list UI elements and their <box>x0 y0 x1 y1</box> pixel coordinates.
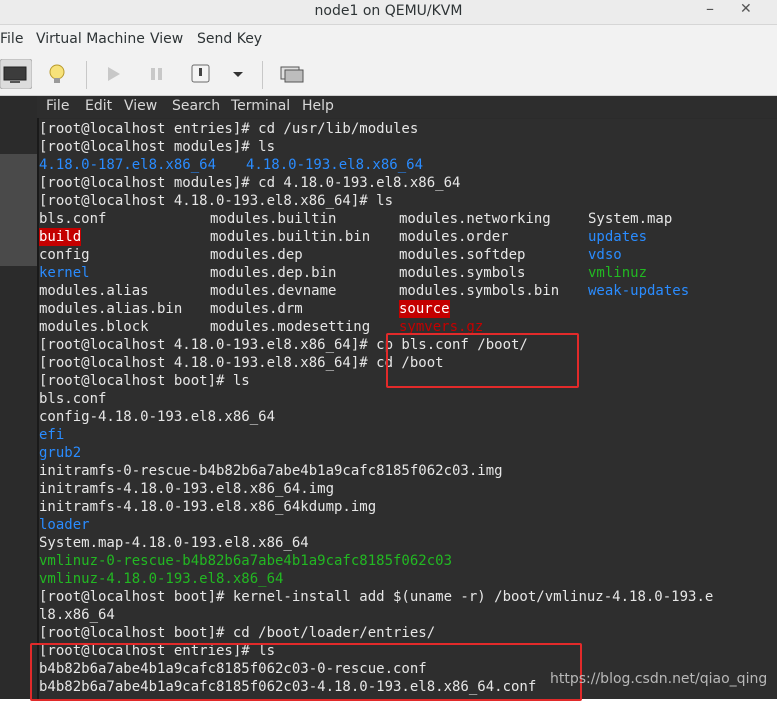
terminal-text: modules.networking <box>399 211 551 227</box>
terminal-text: vdso <box>588 247 622 263</box>
terminal-text: [root@localhost boot]# kernel-install ad… <box>39 589 714 605</box>
viewer-menubar: File Virtual Machine View Send Key <box>0 25 777 55</box>
menu-view[interactable]: View <box>150 31 183 47</box>
terminal-text: loader <box>39 517 90 533</box>
terminal-menubar: File Edit View Search Terminal Help <box>37 96 777 118</box>
console-view-icon[interactable] <box>0 59 32 89</box>
terminal-text: modules.devname <box>210 283 337 299</box>
terminal-text: modules.dep.bin <box>210 265 337 281</box>
shutdown-icon[interactable] <box>188 59 214 89</box>
terminal-menu-terminal[interactable]: Terminal <box>231 98 290 114</box>
terminal-text: [root@localhost entries]# ls <box>39 643 276 659</box>
menu-send-key[interactable]: Send Key <box>197 31 262 47</box>
terminal-text: config <box>39 247 90 263</box>
terminal-text: 4.18.0-187.el8.x86_64 <box>39 157 217 173</box>
menu-file[interactable]: File <box>0 31 23 47</box>
terminal-text: initramfs-0-rescue-b4b82b6a7abe4b1a9cafc… <box>39 463 503 479</box>
terminal-text: grub2 <box>39 445 82 461</box>
terminal-text: weak-updates <box>588 283 690 299</box>
terminal-text: modules.symbols <box>399 265 526 281</box>
window-title: node1 on QEMU/KVM <box>314 3 463 19</box>
terminal-text: l8.x86_64 <box>39 607 115 623</box>
terminal-menu-file[interactable]: File <box>46 98 69 114</box>
terminal-text: source <box>399 300 450 318</box>
toolbar-separator <box>262 61 263 89</box>
terminal-text: vmlinuz <box>588 265 648 281</box>
terminal-text: b4b82b6a7abe4b1a9cafc8185f062c03-4.18.0-… <box>39 679 537 695</box>
terminal-text: modules.alias <box>39 283 149 299</box>
terminal-text: [root@localhost boot]# ls <box>39 373 250 389</box>
terminal-text: modules.builtin.bin <box>210 229 371 245</box>
terminal-text: vmlinuz-0-rescue-b4b82b6a7abe4b1a9cafc81… <box>39 553 453 569</box>
terminal-text: vmlinuz-4.18.0-193.el8.x86_64 <box>39 571 284 587</box>
terminal-text: System.map <box>588 211 673 227</box>
run-icon[interactable] <box>102 59 126 89</box>
close-button[interactable]: ✕ <box>740 0 752 24</box>
terminal-text: initramfs-4.18.0-193.el8.x86_64.img <box>39 481 335 497</box>
viewer-toolbar <box>0 55 777 96</box>
desktop-panel <box>0 154 37 266</box>
terminal-menu-search[interactable]: Search <box>172 98 220 114</box>
watermark: https://blog.csdn.net/qiao_qing <box>550 671 768 687</box>
menu-virtual-machine[interactable]: Virtual Machine <box>36 31 145 47</box>
details-lightbulb-icon[interactable] <box>44 59 72 89</box>
terminal-text: 4.18.0-193.el8.x86_64 <box>246 157 424 173</box>
terminal-menu-help[interactable]: Help <box>302 98 334 114</box>
terminal-menu-edit[interactable]: Edit <box>85 98 112 114</box>
terminal-text: modules.drm <box>210 301 303 317</box>
terminal-text: modules.alias.bin <box>39 301 183 317</box>
terminal-menu-view[interactable]: View <box>124 98 157 114</box>
terminal-text: [root@localhost modules]# cd 4.18.0-193.… <box>39 175 461 191</box>
window-titlebar: node1 on QEMU/KVM – ✕ <box>0 0 777 25</box>
terminal-text: kernel <box>39 265 90 281</box>
terminal-text: modules.modesetting <box>210 319 371 335</box>
terminal-text: modules.softdep <box>399 247 526 263</box>
terminal-text: efi <box>39 427 65 443</box>
terminal-text: modules.block <box>39 319 149 335</box>
terminal-text: bls.conf <box>39 211 107 227</box>
terminal-text: modules.symbols.bin <box>399 283 560 299</box>
terminal-text: modules.dep <box>210 247 303 263</box>
fullscreen-icon[interactable] <box>278 59 306 89</box>
terminal-text: [root@localhost 4.18.0-193.el8.x86_64]# … <box>39 337 528 353</box>
shutdown-menu-chevron-icon[interactable] <box>228 59 248 89</box>
terminal-text: symvers.gz <box>399 319 484 335</box>
terminal-text: [root@localhost 4.18.0-193.el8.x86_64]# … <box>39 193 394 209</box>
terminal-text: build <box>39 228 82 246</box>
minimize-button[interactable]: – <box>706 0 714 24</box>
terminal-text: b4b82b6a7abe4b1a9cafc8185f062c03-0-rescu… <box>39 661 427 677</box>
terminal-text: updates <box>588 229 648 245</box>
terminal-output[interactable]: [root@localhost entries]# cd /usr/lib/mo… <box>39 119 777 699</box>
terminal-text: [root@localhost 4.18.0-193.el8.x86_64]# … <box>39 355 444 371</box>
terminal-text: [root@localhost boot]# cd /boot/loader/e… <box>39 625 436 641</box>
terminal-text: modules.order <box>399 229 509 245</box>
terminal-text: modules.builtin <box>210 211 337 227</box>
terminal-text: [root@localhost modules]# ls <box>39 139 276 155</box>
terminal-text: config-4.18.0-193.el8.x86_64 <box>39 409 276 425</box>
terminal-text: [root@localhost entries]# cd /usr/lib/mo… <box>39 121 419 137</box>
terminal-text: initramfs-4.18.0-193.el8.x86_64kdump.img <box>39 499 377 515</box>
terminal-text: bls.conf <box>39 391 107 407</box>
terminal-text: System.map-4.18.0-193.el8.x86_64 <box>39 535 309 551</box>
toolbar-separator <box>86 61 87 89</box>
pause-icon[interactable] <box>145 59 169 89</box>
